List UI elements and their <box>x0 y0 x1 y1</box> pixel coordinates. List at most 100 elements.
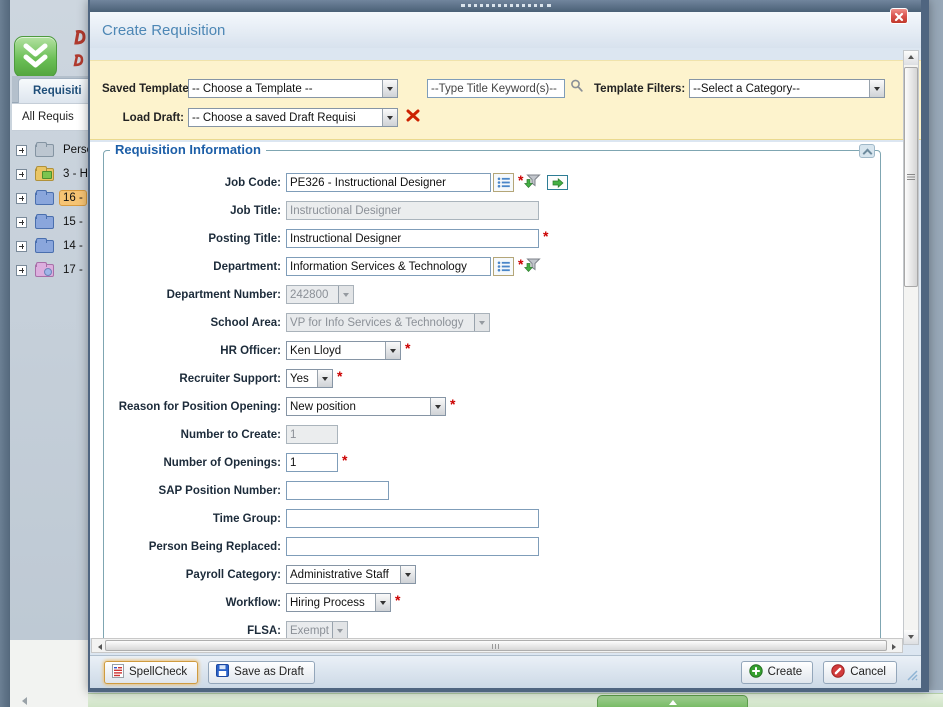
scroll-up-icon[interactable] <box>904 51 918 65</box>
clear-draft-icon[interactable] <box>406 109 420 127</box>
form-row-posting-title: Posting Title: * <box>104 229 880 248</box>
school-area-select: VP for Info Services & Technology <box>286 313 490 332</box>
create-button[interactable]: Create <box>741 661 814 684</box>
scroll-right-icon[interactable] <box>892 644 899 650</box>
reason-for-opening-value: New position <box>287 398 430 415</box>
green-down-arrow-icon <box>524 175 533 193</box>
template-filters-label: Template Filters: <box>594 83 689 95</box>
department-number-value: 242800 <box>287 286 338 303</box>
load-draft-label: Load Draft: <box>102 112 188 124</box>
form-row-sap-position-number: SAP Position Number: <box>104 481 880 500</box>
page-content-below-modal <box>10 640 88 707</box>
dropdown-arrow-icon <box>317 370 332 387</box>
department-input[interactable] <box>286 257 491 276</box>
title-keyword-input[interactable] <box>427 79 565 98</box>
tree-item-label: 3 - H <box>60 167 91 181</box>
form-row-number-to-create: Number to Create: <box>104 425 880 444</box>
expand-icon[interactable] <box>16 145 27 156</box>
folder-icon <box>35 240 54 253</box>
window-title: Create Requisition <box>90 12 921 39</box>
expand-icon[interactable] <box>16 193 27 204</box>
horizontal-scroll-thumb[interactable] <box>105 640 887 651</box>
window-drag-grip[interactable] <box>461 4 551 7</box>
close-button[interactable] <box>890 8 908 24</box>
required-marker: * <box>450 399 455 409</box>
school-area-label: School Area: <box>104 317 286 329</box>
number-of-openings-label: Number of Openings: <box>104 457 286 469</box>
dialog-vertical-scrollbar[interactable] <box>903 50 919 645</box>
sap-position-number-input[interactable] <box>286 481 389 500</box>
department-lookup-button[interactable] <box>493 257 514 276</box>
cancel-icon <box>831 664 845 681</box>
save-as-draft-button[interactable]: Save as Draft <box>208 661 315 684</box>
scroll-down-icon[interactable] <box>904 630 918 644</box>
saved-templates-value: -- Choose a Template -- <box>189 80 382 97</box>
save-as-draft-label: Save as Draft <box>234 666 304 678</box>
number-of-openings-input[interactable] <box>286 453 338 472</box>
school-area-value: VP for Info Services & Technology <box>287 314 474 331</box>
job-code-apply-button[interactable] <box>547 175 568 190</box>
requisition-information-fieldset: Requisition Information Job Code: <box>103 150 881 638</box>
saved-templates-select[interactable]: -- Choose a Template -- <box>188 79 398 98</box>
window-header: Create Requisition <box>90 12 921 48</box>
job-code-lookup-button[interactable] <box>493 173 514 192</box>
form-row-job-title: Job Title: <box>104 201 880 220</box>
dropdown-arrow-icon <box>382 80 397 97</box>
required-marker: * <box>518 259 523 269</box>
dropdown-arrow-icon <box>338 286 353 303</box>
page-right-gutter <box>929 0 943 693</box>
dialog-horizontal-scrollbar[interactable] <box>91 638 903 653</box>
recruiter-support-select[interactable]: Yes <box>286 369 333 388</box>
posting-title-label: Posting Title: <box>104 233 286 245</box>
posting-title-input[interactable] <box>286 229 539 248</box>
tree-item-label: 17 - <box>60 263 86 277</box>
create-requisition-window: Create Requisition Saved Templates: -- C… <box>88 0 929 692</box>
workflow-select[interactable]: Hiring Process <box>286 593 391 612</box>
tree-item-label: 15 - <box>60 215 86 229</box>
department-filter-funnel-icon[interactable] <box>526 258 544 275</box>
requisitions-side-panel: Requisiti All Requis Perso 3 - H 16 - 15… <box>10 0 88 640</box>
vertical-scroll-thumb[interactable] <box>904 67 918 287</box>
page-scroll-left-icon[interactable] <box>18 697 27 705</box>
job-code-input[interactable] <box>286 173 491 192</box>
job-code-filter-funnel-icon[interactable] <box>526 174 544 191</box>
department-label: Department: <box>104 261 286 273</box>
workflow-value: Hiring Process <box>287 594 375 611</box>
dropdown-arrow-icon <box>430 398 445 415</box>
tree-item-label-selected: 16 - <box>60 191 86 205</box>
collapse-fieldset-button[interactable] <box>859 144 875 158</box>
job-title-label: Job Title: <box>104 205 286 217</box>
expand-icon[interactable] <box>16 169 27 180</box>
payroll-category-select[interactable]: Administrative Staff <box>286 565 416 584</box>
job-title-input <box>286 201 539 220</box>
expand-icon[interactable] <box>16 217 27 228</box>
hr-officer-select[interactable]: Ken Lloyd <box>286 341 401 360</box>
search-icon[interactable] <box>570 79 584 98</box>
dropdown-arrow-icon <box>382 109 397 126</box>
resize-grip-icon[interactable] <box>905 668 918 686</box>
scroll-left-icon[interactable] <box>95 644 102 650</box>
time-group-input[interactable] <box>286 509 539 528</box>
form-row-department: Department: * <box>104 257 880 276</box>
form-row-hr-officer: HR Officer: Ken Lloyd * <box>104 341 880 360</box>
load-draft-select[interactable]: -- Choose a saved Draft Requisi <box>188 108 398 127</box>
form-row-flsa: FLSA: Exempt <box>104 621 880 638</box>
app-logo-icon <box>14 36 57 78</box>
required-marker: * <box>395 595 400 605</box>
folder-icon <box>35 168 54 181</box>
dropdown-arrow-icon <box>869 80 884 97</box>
recruiter-support-label: Recruiter Support: <box>104 373 286 385</box>
requisition-filter-select[interactable]: All Requis <box>12 103 88 131</box>
cancel-button[interactable]: Cancel <box>823 661 897 684</box>
tree-item-label: 14 - <box>60 239 86 253</box>
person-being-replaced-input[interactable] <box>286 537 539 556</box>
bottom-dock-expander[interactable] <box>597 695 748 707</box>
dropdown-arrow-icon <box>332 622 347 638</box>
spellcheck-button[interactable]: SpellCheck <box>104 661 198 684</box>
green-down-arrow-icon <box>524 259 533 277</box>
brand-logo-fragment <box>72 30 88 74</box>
expand-icon[interactable] <box>16 265 27 276</box>
reason-for-opening-select[interactable]: New position <box>286 397 446 416</box>
expand-icon[interactable] <box>16 241 27 252</box>
template-filters-select[interactable]: --Select a Category-- <box>689 79 885 98</box>
